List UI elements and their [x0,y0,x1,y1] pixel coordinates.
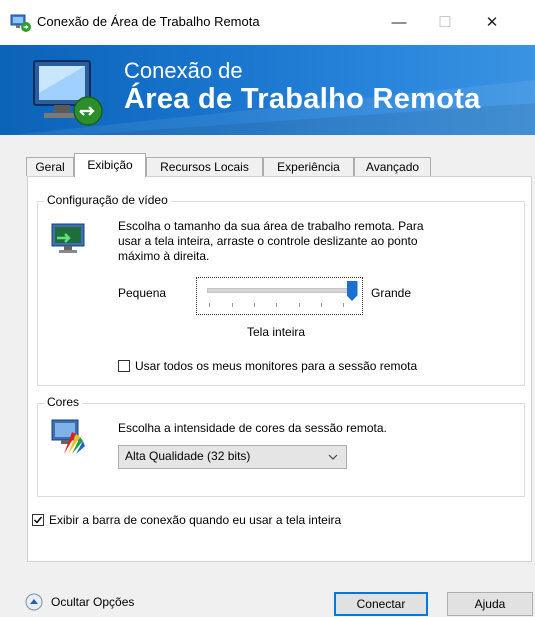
connection-bar-label[interactable]: Exibir a barra de conexão quando eu usar… [49,513,341,528]
slider-track [207,288,354,293]
collapse-up-icon [25,593,43,611]
header-banner: Conexão de Área de Trabalho Remota [0,45,535,135]
slider-value-label: Tela inteira [247,325,306,339]
video-description-line3: máximo à direita. [118,249,210,263]
window-title: Conexão de Área de Trabalho Remota [37,14,260,29]
hide-options-label: Ocultar Opções [51,595,135,609]
tab-panel-exibicao: Configuração de vídeo Escolha o tamanho … [27,176,532,562]
remote-desktop-banner-icon [33,60,103,126]
colors-group: Cores Escolha a intensidade de cores da … [37,395,525,497]
video-config-group: Configuração de vídeo Escolha o tamanho … [37,193,525,386]
slider-min-label: Pequena [118,286,167,300]
close-button[interactable]: ✕ [472,6,512,38]
banner-title-line1: Conexão de [124,58,243,83]
connection-bar-checkbox[interactable] [32,514,44,526]
chevron-down-icon [328,454,338,460]
tab-exibicao[interactable]: Exibição [74,153,146,177]
maximize-icon: ☐ [438,14,452,31]
maximize-button[interactable]: ☐ [425,6,465,38]
banner-title-line2: Área de Trabalho Remota [124,83,481,115]
remote-desktop-app-icon [10,14,31,32]
video-config-legend: Configuração de vídeo [44,193,171,207]
slider-thumb[interactable] [346,281,358,301]
colors-description: Escolha a intensidade de cores da sessão… [118,421,387,435]
all-monitors-label[interactable]: Usar todos os meus monitores para a sess… [135,359,417,374]
colors-legend: Cores [44,395,83,409]
minimize-button[interactable]: — [379,6,419,38]
display-monitor-icon [51,223,85,253]
color-depth-select[interactable]: Alta Qualidade (32 bits) [118,445,347,469]
tab-geral[interactable]: Geral [26,157,74,176]
all-monitors-checkbox[interactable] [118,360,130,372]
close-icon: ✕ [485,14,499,31]
video-description-line2: usar a tela inteira, arraste o controle … [118,234,418,248]
color-depth-value: Alta Qualidade (32 bits) [125,449,251,463]
slider-max-label: Grande [371,286,412,300]
title-bar: Conexão de Área de Trabalho Remota — ☐ ✕ [0,0,535,45]
checkmark-icon [34,516,43,524]
color-palette-icon [51,419,85,454]
tab-avancado[interactable]: Avançado [354,157,431,176]
tab-experiencia[interactable]: Experiência [263,157,354,176]
video-description-line1: Escolha o tamanho da sua área de trabalh… [118,219,424,233]
connect-button[interactable]: Conectar [334,592,428,616]
tab-recursos-locais[interactable]: Recursos Locais [146,157,263,176]
minimize-icon: — [391,13,407,31]
help-button[interactable]: Ajuda [447,592,533,616]
screen-size-slider[interactable] [196,277,363,315]
